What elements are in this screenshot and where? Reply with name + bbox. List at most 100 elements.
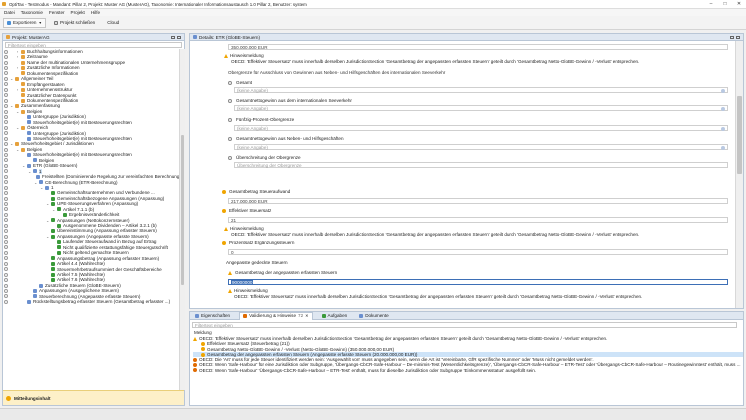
status-circle-icon (4, 76, 8, 81)
maximize-icon[interactable]: □ (718, 1, 732, 7)
cloud-button[interactable]: Cloud (103, 18, 123, 28)
radio-total[interactable]: Gesamt (228, 80, 252, 85)
tree-node[interactable]: Rückstelltungsbetrag erfasster Steuern (… (3, 299, 179, 304)
details-scrollbar[interactable] (735, 41, 743, 308)
menu-taxonomy[interactable]: Taxonomie (21, 10, 43, 15)
window-controls: – □ ✕ (704, 1, 746, 7)
warning-icon (228, 270, 232, 275)
details-panel-controls (730, 35, 740, 39)
top-value-field[interactable]: 350.000.000 EUR (228, 44, 728, 50)
menu-window[interactable]: Fenster (49, 10, 65, 15)
upper-limit-section-title: Obergrenze für Ausschluss von Gewinnen a… (228, 70, 446, 75)
node-icon (27, 299, 31, 304)
etr-label-row: Effektiver Steuersatz (222, 208, 271, 213)
adjusted-total-field[interactable]: 90000000 (228, 279, 728, 285)
tab-documents[interactable]: Dokumente (356, 312, 392, 320)
title-bar: OptiTax - Testmodus - Mandant: Pillar 2,… (0, 0, 746, 9)
tab-validation[interactable]: Validierung & Hinweise 72 ✕ (239, 311, 313, 320)
status-circle-icon (4, 283, 8, 288)
node-icon (51, 272, 55, 277)
hint-1: Hinweismeldung (224, 53, 264, 58)
project-filter-input[interactable]: Filtertext eingeben (5, 42, 182, 48)
radio-button[interactable] (228, 117, 232, 122)
warning-icon (228, 288, 232, 293)
field-status-icon (222, 189, 226, 194)
status-circle-icon (4, 104, 8, 109)
tab-tasks[interactable]: Aufgaben (319, 312, 351, 320)
adjusted-total-label-row: Gesamtbetrag der angepassten erfassten S… (228, 270, 337, 275)
status-circle-icon (4, 299, 8, 304)
node-icon (27, 153, 31, 158)
tree-scrollbar[interactable] (179, 49, 185, 390)
minimize-panel-icon[interactable] (730, 35, 734, 39)
details-scrollbar-thumb[interactable] (737, 96, 742, 174)
ancillary-profit-field[interactable]: (keine Angabe) (234, 144, 728, 150)
radio-fifty-percent[interactable]: Fünfzig-Prozent-Obergrenze (228, 117, 294, 122)
minimize-panel-icon[interactable] (171, 35, 175, 39)
radio-button[interactable] (228, 80, 232, 85)
radio-exceeding[interactable]: Überschreitung der Obergrenze (228, 155, 301, 160)
exceeding-field[interactable]: Überschreitung der Obergrenze (234, 162, 728, 168)
validation-filter-input[interactable]: Filtertext eingeben (192, 322, 737, 328)
node-icon (21, 93, 25, 98)
node-icon (21, 55, 25, 60)
maximize-panel-icon[interactable] (177, 35, 181, 39)
status-circle-icon (4, 120, 8, 125)
tree-scrollbar-thumb[interactable] (181, 135, 184, 285)
radio-ancillary-profit[interactable]: Gesamtnettogewinn aus Neben- und Hilfsge… (228, 136, 344, 141)
total-tax-field[interactable]: 217.000.000 EUR (228, 198, 728, 204)
close-icon[interactable]: ✕ (732, 1, 746, 7)
status-circle-icon (4, 240, 8, 244)
info-icon (6, 395, 11, 401)
radio-button[interactable] (228, 136, 232, 141)
status-circle-icon (4, 229, 8, 234)
window-title: OptiTax - Testmodus - Mandant: Pillar 2,… (9, 1, 307, 7)
status-circle-icon (4, 261, 8, 266)
total-field[interactable]: (keine Angabe) (234, 87, 728, 93)
warning-icon (224, 226, 228, 231)
close-project-button[interactable]: Projekt schließen (50, 18, 99, 28)
status-circle-icon (4, 267, 8, 272)
status-circle-icon (4, 294, 8, 299)
status-circle-icon (4, 158, 8, 163)
node-icon (51, 196, 55, 201)
message-content-bar: Mitteilungsinhalt (3, 390, 184, 405)
status-circle-icon (4, 71, 8, 76)
validation-message[interactable]: OECD: Wenn 'Safe-Harbour' 'Übergangs-CbC… (193, 368, 743, 373)
fifty-percent-field[interactable]: (keine Angabe) (234, 125, 728, 131)
status-circle-icon (4, 60, 8, 65)
error-icon (193, 357, 197, 362)
status-circle-icon (4, 278, 8, 283)
close-tab-icon[interactable]: ✕ (305, 312, 308, 320)
etr-field[interactable]: 21 (228, 217, 728, 223)
tab-properties[interactable]: Eigenschaften (192, 312, 233, 320)
export-button[interactable]: Exportieren ▼ (3, 17, 46, 28)
node-icon (15, 76, 19, 81)
details-panel-header: Details: ETR (GloBE-Steuern) (190, 34, 743, 41)
message-text: OECD: Wenn 'Safe-Harbour' 'Übergangs-CbC… (199, 367, 537, 373)
status-circle-icon (4, 180, 8, 185)
node-icon (21, 147, 25, 152)
tasks-icon (321, 313, 326, 318)
profit-field[interactable]: 0 (228, 249, 728, 255)
menu-file[interactable]: Datei (4, 10, 15, 15)
node-icon (39, 283, 43, 288)
minimize-icon[interactable]: – (704, 1, 718, 7)
maximize-panel-icon[interactable] (736, 35, 740, 39)
adjusted-section-title: Angepasste gedeckte Steuern (226, 260, 288, 265)
status-circle-icon (4, 169, 8, 174)
hint-1-text: OECD: 'Effektiver Steuersatz' muss inner… (231, 59, 640, 64)
node-icon (33, 169, 37, 174)
menu-project[interactable]: Projekt (71, 10, 85, 15)
radio-button[interactable] (228, 155, 232, 160)
node-icon (33, 288, 37, 293)
radio-button[interactable] (228, 98, 232, 103)
warning-icon (224, 53, 228, 58)
node-icon (27, 114, 31, 119)
radio-shipping-profit[interactable]: Gesamtnettogewinn aus dem internationale… (228, 98, 352, 103)
menu-help[interactable]: Hilfe (91, 10, 100, 15)
shipping-profit-field[interactable]: (keine Angabe) (234, 105, 728, 111)
details-panel-title: Details: ETR (GloBE-Steuern) (199, 34, 261, 40)
project-panel: Projekt: MusterAG Filtertext eingeben › B… (2, 33, 185, 406)
status-circle-icon (4, 191, 8, 196)
